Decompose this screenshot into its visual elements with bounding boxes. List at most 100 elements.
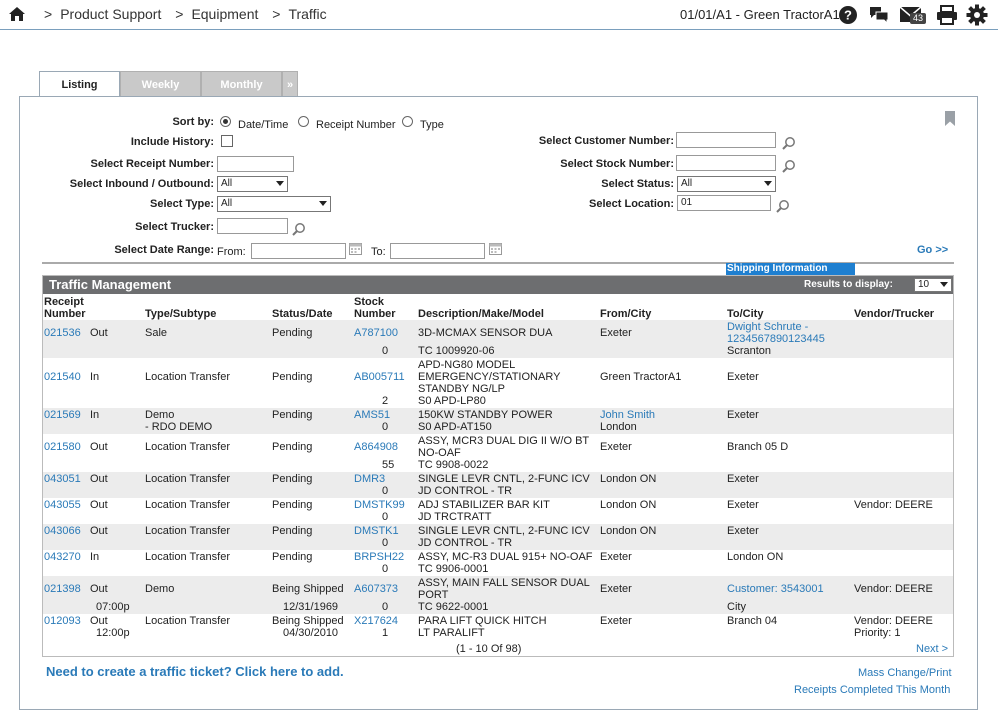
direction-cell: Out <box>90 441 108 453</box>
inbound-outbound-select[interactable]: All <box>217 176 288 192</box>
status-cell: Pending <box>272 327 313 339</box>
stock-number-link[interactable]: AMS51 <box>354 409 390 421</box>
to-city-cell: Exeter <box>727 499 759 511</box>
quantity-cell: 0 <box>382 345 389 357</box>
customer-number-input[interactable] <box>676 132 776 148</box>
date-cell: 04/30/2010 <box>283 627 339 639</box>
column-header-from-city: From/City <box>600 308 652 320</box>
search-icon[interactable] <box>292 222 306 236</box>
stock-number-label: Select Stock Number: <box>560 158 674 170</box>
go-button[interactable]: Go >> <box>917 244 948 256</box>
chat-icon[interactable] <box>868 5 890 25</box>
description-cell: ASSY, MAIN FALL SENSOR DUAL PORT <box>418 577 590 601</box>
print-icon[interactable] <box>936 5 958 25</box>
stock-number-link[interactable]: A607373 <box>354 583 398 595</box>
receipt-number-link[interactable]: 043270 <box>44 551 81 563</box>
context-label: 01/01/A1 - Green TractorA1 <box>680 7 840 22</box>
receipt-number-link[interactable]: 021540 <box>44 371 81 383</box>
top-bar: > Product Support > Equipment > Traffic 01/… <box>0 0 998 30</box>
receipt-number-link[interactable]: 043051 <box>44 473 81 485</box>
search-icon[interactable] <box>782 159 796 173</box>
receipt-number-input[interactable] <box>217 156 294 172</box>
receipt-number-link[interactable]: 021569 <box>44 409 81 421</box>
receipt-number-link[interactable]: 012093 <box>44 615 81 627</box>
results-to-display-select[interactable]: 10 <box>914 278 952 292</box>
to-city-cell: Branch 04 <box>727 615 778 627</box>
subtype-cell: - RDO DEMO <box>145 421 213 433</box>
column-header-vendor-trucker: Vendor/Trucker <box>854 308 935 320</box>
settings-gear-icon[interactable] <box>966 4 988 26</box>
vendor-trucker-cell: Vendor: DEERE <box>854 615 933 627</box>
sort-by-label: Sort by: <box>172 116 214 128</box>
description-cell: ASSY, MCR3 DUAL DIG II W/O BT NO-OAF <box>418 435 589 459</box>
sort-date-time-radio[interactable] <box>220 116 231 127</box>
stock-number-link[interactable]: DMR3 <box>354 473 385 485</box>
search-icon[interactable] <box>782 136 796 150</box>
direction-cell: In <box>90 371 100 383</box>
receipt-number-link[interactable]: 043055 <box>44 499 81 511</box>
description-detail-cell: TC 1009920-06 <box>418 345 495 357</box>
include-history-checkbox[interactable] <box>221 135 233 147</box>
include-history-label: Include History: <box>130 136 214 148</box>
type-cell: Sale <box>145 327 168 339</box>
date-to-input[interactable] <box>390 243 485 259</box>
table-title: Traffic Management <box>49 277 172 292</box>
from-city-cell[interactable]: John Smith <box>600 409 655 421</box>
description-cell: SINGLE LEVR CNTL, 2-FUNC ICV <box>418 525 590 537</box>
description-detail-cell: S0 APD-AT150 <box>418 421 492 433</box>
home-icon[interactable] <box>8 6 26 22</box>
trucker-input[interactable] <box>217 218 288 234</box>
to-city-cell[interactable]: Dwight Schrute - 1234567890123445 <box>727 321 847 345</box>
from-city-cell: Exeter <box>600 551 632 563</box>
stock-number-link[interactable]: DMSTK1 <box>354 525 399 537</box>
sort-receipt-number-radio[interactable] <box>298 116 309 127</box>
from-city-cell: Green TractorA1 <box>600 371 682 383</box>
date-cell: 12/31/1969 <box>283 601 339 613</box>
receipt-number-link[interactable]: 043066 <box>44 525 81 537</box>
stock-number-link[interactable]: A787100 <box>354 327 398 339</box>
receipt-number-link[interactable]: 021398 <box>44 583 81 595</box>
from-city-cell: Exeter <box>600 441 632 453</box>
description-detail-cell: JD TRCTRATT <box>418 511 492 523</box>
location-input[interactable]: 01 <box>677 195 771 211</box>
status-cell: Pending <box>272 499 313 511</box>
stock-number-link[interactable]: BRPSH22 <box>354 551 404 563</box>
mass-change-print-link[interactable]: Mass Change/Print <box>858 667 952 679</box>
vendor-trucker-cell: Vendor: DEERE <box>854 499 933 511</box>
tab-weekly[interactable]: Weekly <box>120 71 201 97</box>
stock-number-link[interactable]: AB005711 <box>354 371 405 383</box>
tab-listing[interactable]: Listing <box>39 71 120 98</box>
help-icon[interactable]: ? <box>838 5 858 25</box>
direction-cell: Out <box>90 499 108 511</box>
calendar-icon[interactable] <box>489 242 502 255</box>
column-header-receipt-number: Receipt Number <box>44 296 86 320</box>
breadcrumb-equipment[interactable]: Equipment <box>191 6 258 22</box>
type-select[interactable]: All <box>217 196 331 212</box>
stock-number-link[interactable]: X217624 <box>354 615 398 627</box>
tab-more-button[interactable]: » <box>282 71 298 97</box>
type-label: Select Type: <box>150 198 214 210</box>
date-from-input[interactable] <box>251 243 346 259</box>
table-title-bar: Traffic Management Results to display: 1… <box>43 276 953 294</box>
receipt-number-link[interactable]: 021536 <box>44 327 81 339</box>
status-cell: Pending <box>272 409 313 421</box>
add-traffic-ticket-link[interactable]: Need to create a traffic ticket? Click h… <box>46 664 344 679</box>
receipt-number-link[interactable]: 021580 <box>44 441 81 453</box>
tab-monthly[interactable]: Monthly <box>201 71 282 97</box>
search-icon[interactable] <box>776 199 790 213</box>
next-page-link[interactable]: Next > <box>916 643 948 655</box>
calendar-icon[interactable] <box>349 242 362 255</box>
stock-number-input[interactable] <box>676 155 776 171</box>
shipping-information-tab[interactable]: Shipping Information <box>726 263 855 275</box>
stock-number-link[interactable]: A864908 <box>354 441 398 453</box>
stock-number-link[interactable]: DMSTK99 <box>354 499 405 511</box>
sort-type-radio[interactable] <box>402 116 413 127</box>
to-city-cell[interactable]: Customer: 3543001 <box>727 583 824 595</box>
from-city-cell: London ON <box>600 525 657 537</box>
status-cell: Pending <box>272 441 313 453</box>
inbound-outbound-label: Select Inbound / Outbound: <box>69 178 214 190</box>
breadcrumb-product-support[interactable]: Product Support <box>60 6 161 22</box>
status-select[interactable]: All <box>677 176 776 192</box>
receipts-completed-link[interactable]: Receipts Completed This Month <box>794 684 950 696</box>
description-cell: PARA LIFT QUICK HITCH <box>418 615 547 627</box>
